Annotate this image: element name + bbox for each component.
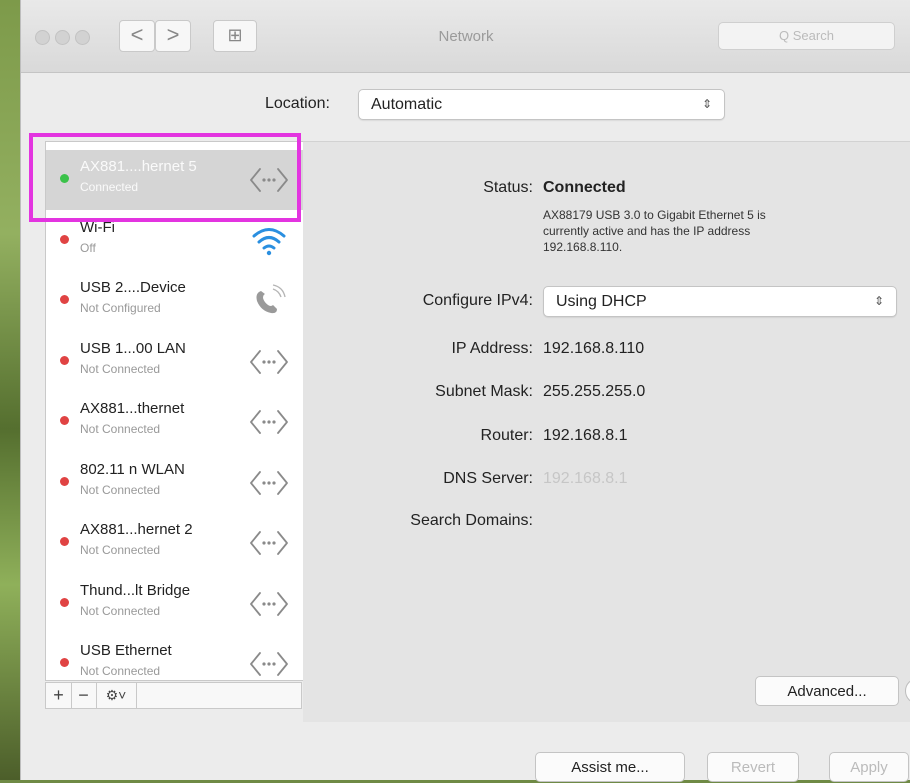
dns-server-value: 192.168.8.1 xyxy=(543,470,628,487)
phone-icon xyxy=(249,283,289,319)
service-status: Not Connected xyxy=(80,664,161,678)
service-name: AX881...hernet 2 xyxy=(80,521,193,538)
action-gear-button[interactable]: ⚙˅ xyxy=(96,683,137,708)
network-preferences-window: < > ⊞ Network Q Search Location: Automat… xyxy=(20,0,910,782)
show-all-grid-button[interactable]: ⊞ xyxy=(213,20,257,52)
help-button[interactable]: ? xyxy=(905,678,910,704)
service-name: USB 2....Device xyxy=(80,279,186,296)
subnet-mask-label: Subnet Mask: xyxy=(435,383,533,400)
zoom-window-button[interactable] xyxy=(75,30,90,45)
service-item[interactable]: USB Ethernet Not Connected xyxy=(46,634,303,680)
service-item[interactable]: USB 1...00 LAN Not Connected xyxy=(46,332,303,392)
service-list-toolbar: + − ⚙˅ xyxy=(45,682,302,709)
wifi-icon xyxy=(249,223,289,259)
status-dot xyxy=(60,355,69,365)
service-status: Not Connected xyxy=(80,603,161,618)
selection-highlight-annotation xyxy=(29,133,301,222)
ethernet-icon xyxy=(249,344,289,380)
add-service-button[interactable]: + xyxy=(46,683,72,708)
service-list: AX881....hernet 5 Connected Wi-Fi Off USB 2.… xyxy=(45,141,304,681)
service-item[interactable]: USB 2....Device Not Configured xyxy=(46,271,303,331)
minimize-window-button[interactable] xyxy=(55,30,70,45)
status-value: Connected xyxy=(543,179,626,196)
dns-server-label: DNS Server: xyxy=(443,470,533,487)
status-dot xyxy=(60,234,69,244)
service-name: AX881...thernet xyxy=(80,400,185,417)
status-description-line: currently active and has the IP address xyxy=(543,224,751,238)
forward-button[interactable]: > xyxy=(155,20,191,52)
service-name: Thund...lt Bridge xyxy=(80,581,191,599)
configure-ipv4-label: Configure IPv4: xyxy=(422,292,533,309)
ethernet-icon xyxy=(249,465,289,501)
ethernet-icon xyxy=(249,586,289,622)
status-dot xyxy=(60,597,69,607)
status-description-line: 192.168.8.110. xyxy=(543,240,623,254)
select-arrows-icon: ⇕ xyxy=(701,97,712,111)
router-value: 192.168.8.1 xyxy=(543,427,628,444)
desktop-background xyxy=(0,0,22,780)
title-bar: < > ⊞ Network Q Search xyxy=(21,0,910,73)
ip-address-label: IP Address: xyxy=(451,340,533,357)
status-label: Status: xyxy=(483,179,533,196)
apply-button[interactable]: Apply xyxy=(829,752,909,782)
location-value: Automatic xyxy=(371,96,443,113)
status-dot xyxy=(60,295,69,304)
location-select[interactable]: Automatic ⇕ xyxy=(358,89,725,120)
ip-address-value: 192.168.8.110 xyxy=(543,340,645,357)
ethernet-icon xyxy=(249,646,289,680)
service-item[interactable]: AX881...thernet Not Connected xyxy=(46,392,303,452)
revert-button[interactable]: Revert xyxy=(707,752,799,782)
service-status: Not Connected xyxy=(80,361,161,376)
service-item[interactable]: Thund...lt Bridge Not Connected xyxy=(46,574,303,634)
status-dot xyxy=(60,537,69,546)
remove-service-button[interactable]: − xyxy=(71,683,97,708)
back-button[interactable]: < xyxy=(119,20,155,52)
service-status: Off xyxy=(80,240,96,255)
assist-me-button[interactable]: Assist me... xyxy=(535,752,685,782)
status-dot xyxy=(60,416,69,425)
status-dot xyxy=(60,658,69,667)
details-panel: Status: Connected AX88179 USB 3.0 to Gig… xyxy=(303,141,910,722)
configure-ipv4-select[interactable]: Using DHCP ⇕ xyxy=(543,286,897,317)
service-name: USB Ethernet xyxy=(80,642,172,659)
advanced-button[interactable]: Advanced... xyxy=(755,676,899,706)
ethernet-icon xyxy=(249,525,289,561)
select-arrows-icon: ⇕ xyxy=(873,294,884,308)
service-name: 802.11 n WLAN xyxy=(80,460,185,478)
service-name: USB 1...00 LAN xyxy=(80,339,186,357)
status-dot xyxy=(60,476,69,486)
service-status: Not Connected xyxy=(80,422,161,436)
search-domains-label: Search Domains: xyxy=(410,512,533,529)
service-status: Not Connected xyxy=(80,543,161,557)
status-description: AX88179 USB 3.0 to Gigabit Ethernet 5 is… xyxy=(543,207,863,255)
router-label: Router: xyxy=(480,427,533,444)
close-window-button[interactable] xyxy=(35,30,50,45)
status-description-line: AX88179 USB 3.0 to Gigabit Ethernet 5 is xyxy=(543,208,766,222)
ethernet-icon xyxy=(249,404,289,440)
search-input[interactable]: Q Search xyxy=(718,22,895,50)
service-status: Not Configured xyxy=(80,301,161,315)
service-item[interactable]: 802.11 n WLAN Not Connected xyxy=(46,453,303,513)
service-item[interactable]: AX881...hernet 2 Not Connected xyxy=(46,513,303,573)
location-label: Location: xyxy=(265,95,330,112)
service-status: Not Connected xyxy=(80,482,161,497)
configure-ipv4-value: Using DHCP xyxy=(556,293,647,310)
subnet-mask-value: 255.255.255.0 xyxy=(543,383,646,400)
